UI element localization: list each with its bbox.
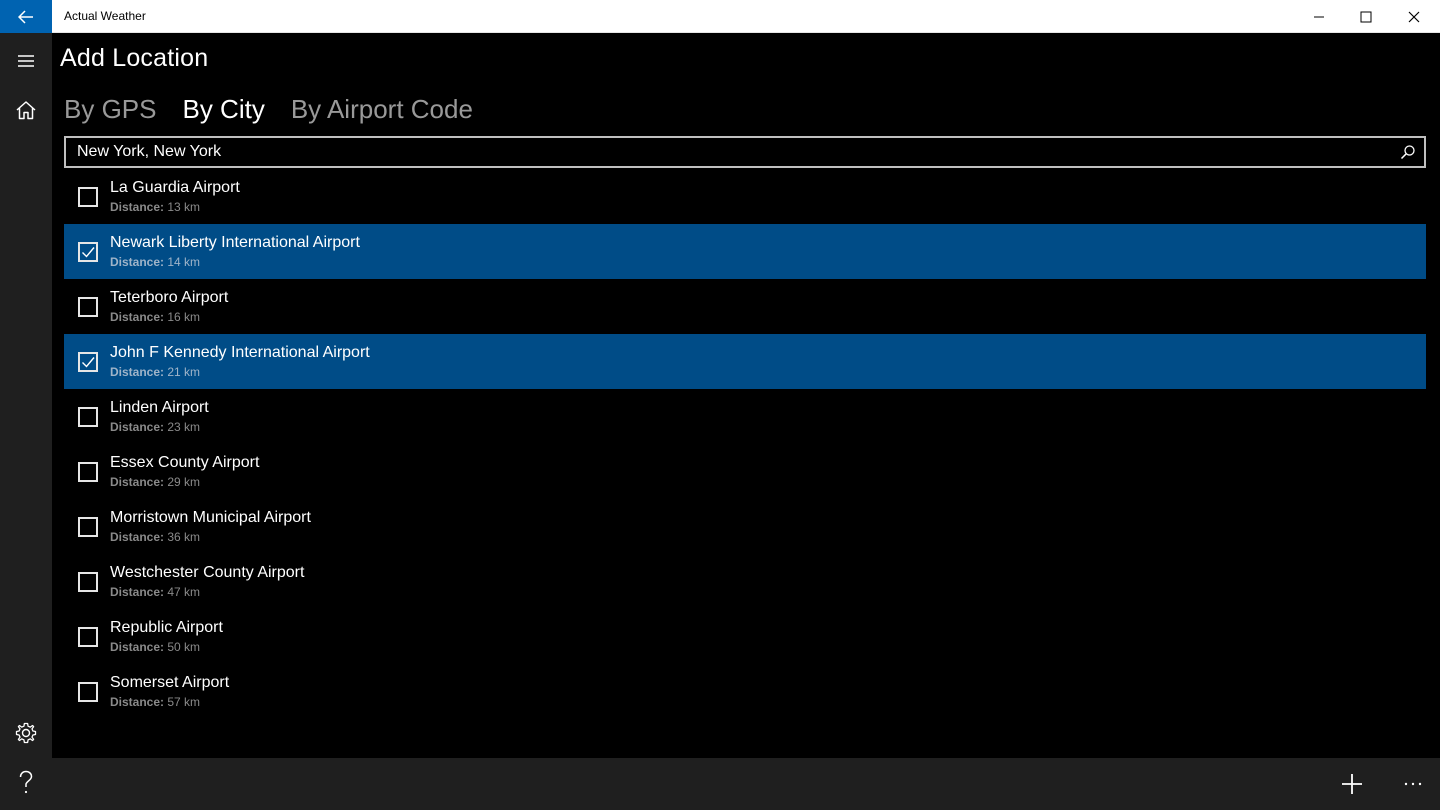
app-title: Actual Weather: [64, 9, 146, 23]
airport-distance: Distance: 36 km: [110, 530, 200, 544]
page-title: Add Location: [60, 44, 209, 72]
airport-distance: Distance: 50 km: [110, 640, 200, 654]
distance-label: Distance:: [110, 200, 165, 214]
airport-distance: Distance: 13 km: [110, 200, 200, 214]
airport-checkbox[interactable]: [78, 572, 98, 592]
nav-sidebar: [0, 33, 52, 810]
airport-row[interactable]: Newark Liberty International Airport Dist…: [64, 224, 1426, 279]
back-button[interactable]: [0, 0, 52, 33]
checkmark-icon: [82, 247, 95, 258]
distance-label: Distance:: [110, 365, 165, 379]
question-icon: [19, 770, 33, 794]
airport-checkbox[interactable]: [78, 407, 98, 427]
airport-list: La Guardia Airport Distance: 13 km Newark …: [64, 169, 1426, 719]
airport-name: Morristown Municipal Airport: [110, 509, 311, 526]
tab-by-gps[interactable]: By GPS: [64, 94, 156, 125]
tab-bar: By GPS By City By Airport Code: [64, 94, 473, 125]
distance-value: 14 km: [167, 255, 201, 269]
airport-checkbox[interactable]: [78, 682, 98, 702]
ellipsis-icon: [1404, 782, 1422, 786]
airport-name: La Guardia Airport: [110, 179, 240, 196]
airport-checkbox[interactable]: [78, 627, 98, 647]
airport-checkbox[interactable]: [78, 517, 98, 537]
maximize-icon: [1360, 11, 1372, 22]
distance-value: 47 km: [167, 585, 201, 599]
minimize-icon: [1314, 16, 1324, 17]
distance-value: 16 km: [167, 310, 201, 324]
distance-label: Distance:: [110, 530, 165, 544]
airport-distance: Distance: 16 km: [110, 310, 200, 324]
plus-icon: [1342, 774, 1362, 794]
distance-label: Distance:: [110, 475, 165, 489]
airport-row[interactable]: Morristown Municipal Airport Distance: 36…: [64, 499, 1426, 554]
airport-row[interactable]: Republic Airport Distance: 50 km: [64, 609, 1426, 664]
hamburger-icon: [18, 55, 34, 67]
airport-row[interactable]: Teterboro Airport Distance: 16 km: [64, 279, 1426, 334]
search-box[interactable]: [64, 136, 1426, 168]
settings-button[interactable]: [0, 709, 52, 757]
close-icon: [1408, 11, 1420, 22]
distance-value: 50 km: [167, 640, 201, 654]
distance-value: 21 km: [167, 365, 201, 379]
menu-button[interactable]: [0, 37, 52, 85]
airport-row[interactable]: Linden Airport Distance: 23 km: [64, 389, 1426, 444]
airport-distance: Distance: 14 km: [110, 255, 200, 269]
search-input[interactable]: [77, 143, 1377, 161]
search-button[interactable]: [1400, 144, 1416, 165]
airport-row[interactable]: Essex County Airport Distance: 29 km: [64, 444, 1426, 499]
home-button[interactable]: [0, 86, 52, 134]
command-bar: [52, 758, 1440, 810]
title-bar: Actual Weather: [0, 0, 1440, 33]
airport-row[interactable]: Somerset Airport Distance: 57 km: [64, 664, 1426, 719]
airport-checkbox[interactable]: [78, 297, 98, 317]
minimize-button[interactable]: [1295, 0, 1343, 33]
distance-value: 29 km: [167, 475, 201, 489]
distance-value: 36 km: [167, 530, 201, 544]
distance-label: Distance:: [110, 640, 165, 654]
airport-distance: Distance: 47 km: [110, 585, 200, 599]
distance-label: Distance:: [110, 420, 165, 434]
airport-checkbox[interactable]: [78, 187, 98, 207]
gear-icon: [15, 722, 37, 744]
airport-row[interactable]: Westchester County Airport Distance: 47 k…: [64, 554, 1426, 609]
home-icon: [16, 101, 36, 120]
maximize-button[interactable]: [1342, 0, 1390, 33]
airport-name: Republic Airport: [110, 619, 223, 636]
airport-distance: Distance: 21 km: [110, 365, 200, 379]
airport-row[interactable]: John F Kennedy International Airport Dist…: [64, 334, 1426, 389]
tab-by-city[interactable]: By City: [182, 94, 264, 125]
distance-label: Distance:: [110, 585, 165, 599]
airport-checkbox[interactable]: [78, 352, 98, 372]
close-button[interactable]: [1390, 0, 1438, 33]
airport-name: Linden Airport: [110, 399, 209, 416]
help-button[interactable]: [0, 759, 52, 807]
distance-label: Distance:: [110, 310, 165, 324]
distance-label: Distance:: [110, 695, 165, 709]
airport-name: Somerset Airport: [110, 674, 230, 691]
airport-distance: Distance: 29 km: [110, 475, 200, 489]
distance-value: 13 km: [167, 200, 201, 214]
airport-name: Newark Liberty International Airport: [110, 234, 360, 251]
airport-row[interactable]: La Guardia Airport Distance: 13 km: [64, 169, 1426, 224]
add-button[interactable]: [1328, 758, 1376, 810]
airport-name: Essex County Airport: [110, 454, 260, 471]
airport-distance: Distance: 57 km: [110, 695, 200, 709]
search-icon: [1400, 145, 1415, 160]
distance-value: 23 km: [167, 420, 201, 434]
airport-checkbox[interactable]: [78, 242, 98, 262]
airport-name: Teterboro Airport: [110, 289, 229, 306]
checkmark-icon: [82, 357, 95, 368]
airport-name: Westchester County Airport: [110, 564, 305, 581]
airport-name: John F Kennedy International Airport: [110, 344, 370, 361]
airport-checkbox[interactable]: [78, 462, 98, 482]
tab-by-airport-code[interactable]: By Airport Code: [291, 94, 473, 125]
more-button[interactable]: [1389, 758, 1437, 810]
distance-label: Distance:: [110, 255, 165, 269]
distance-value: 57 km: [167, 695, 201, 709]
airport-distance: Distance: 23 km: [110, 420, 200, 434]
back-arrow-icon: [18, 9, 33, 24]
